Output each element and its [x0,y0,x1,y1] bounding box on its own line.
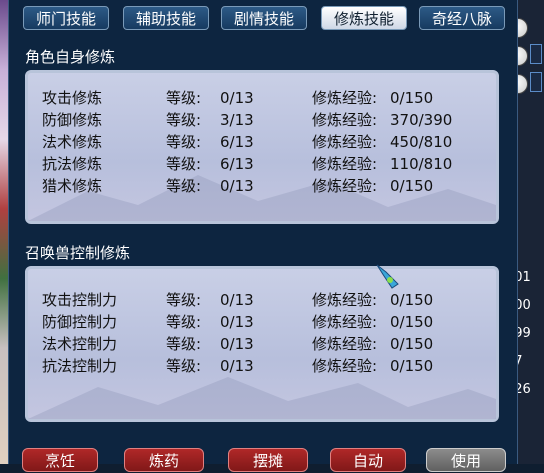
level-label: 等级: [166,89,202,107]
level-label: 等级: [166,291,202,309]
side-box [530,72,542,92]
refine-medicine-button[interactable]: 炼药 [124,448,204,472]
exp-value: 370/390 [390,111,453,129]
skill-window: 师门技能 辅助技能 剧情技能 修炼技能 奇经八脉 角色自身修炼 攻击修炼 等级:… [8,0,518,464]
level-value: 3/13 [220,111,254,129]
tab-shimen-skills[interactable]: 师门技能 [23,6,109,30]
row-name: 防御修炼 [42,111,103,129]
row-name: 攻击修炼 [42,89,103,107]
exp-label: 修炼经验: [312,291,378,309]
self-cultivation-box: 攻击修炼 等级: 0/13 修炼经验: 0/150 防御修炼 等级: 3/13 … [25,70,499,224]
level-label: 等级: [166,155,202,173]
exp-value: 0/150 [390,313,434,331]
exp-label: 修炼经验: [312,89,378,107]
level-value: 0/13 [220,313,254,331]
level-label: 等级: [166,335,202,353]
cursor-icon [376,264,399,289]
exp-label: 修炼经验: [312,177,378,195]
exp-value: 0/150 [390,357,434,375]
side-box [530,44,542,64]
row-name: 抗法控制力 [42,357,118,375]
use-button[interactable]: 使用 [426,448,506,472]
level-label: 等级: [166,177,202,195]
level-label: 等级: [166,111,202,129]
row-name: 防御控制力 [42,313,118,331]
exp-label: 修炼经验: [312,133,378,151]
level-value: 0/13 [220,357,254,375]
row-name: 法术修炼 [42,133,103,151]
tab-meridian[interactable]: 奇经八脉 [419,6,505,30]
pet-section-title: 召唤兽控制修炼 [25,244,131,262]
level-value: 0/13 [220,291,254,309]
row-name: 猎术修炼 [42,177,103,195]
exp-label: 修炼经验: [312,111,378,129]
tab-story-skills[interactable]: 剧情技能 [221,6,307,30]
exp-label: 修炼经验: [312,357,378,375]
level-label: 等级: [166,357,202,375]
exp-label: 修炼经验: [312,335,378,353]
self-section-title: 角色自身修炼 [25,48,116,66]
row-name: 攻击控制力 [42,291,118,309]
exp-value: 0/150 [390,291,434,309]
level-value: 6/13 [220,133,254,151]
exp-value: 0/150 [390,335,434,353]
row-name: 法术控制力 [42,335,118,353]
level-value: 6/13 [220,155,254,173]
exp-value: 110/810 [390,155,453,173]
auto-button[interactable]: 自动 [330,448,406,472]
pet-cultivation-box: 攻击控制力 等级: 0/13 修炼经验: 0/150 防御控制力 等级: 0/1… [25,266,499,422]
level-value: 0/13 [220,177,254,195]
level-value: 0/13 [220,89,254,107]
row-name: 抗法修炼 [42,155,103,173]
exp-value: 0/150 [390,177,434,195]
cook-button[interactable]: 烹饪 [22,448,98,472]
exp-label: 修炼经验: [312,155,378,173]
tab-cultivation-skills[interactable]: 修炼技能 [321,6,407,30]
exp-label: 修炼经验: [312,313,378,331]
tab-assist-skills[interactable]: 辅助技能 [123,6,209,30]
set-stall-button[interactable]: 摆摊 [228,448,308,472]
level-value: 0/13 [220,335,254,353]
exp-value: 450/810 [390,133,453,151]
exp-value: 0/150 [390,89,434,107]
level-label: 等级: [166,133,202,151]
level-label: 等级: [166,313,202,331]
